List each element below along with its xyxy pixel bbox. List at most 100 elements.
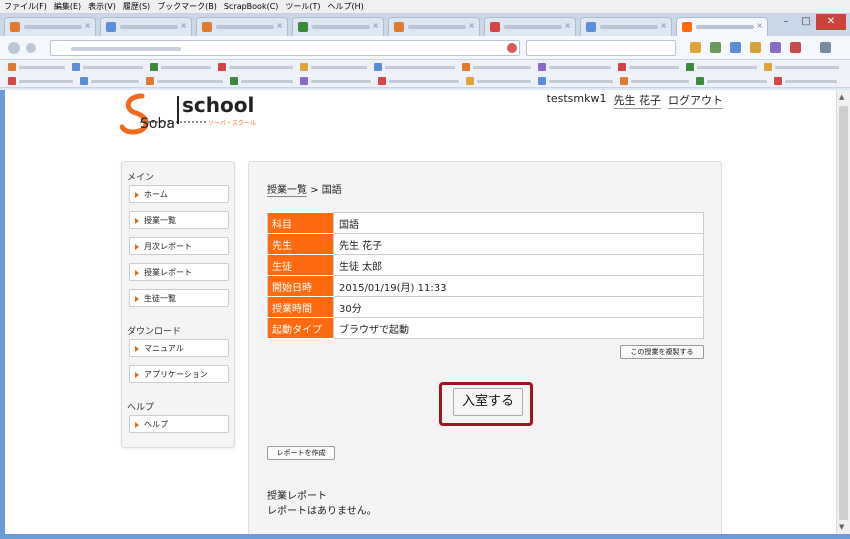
menu-edit[interactable]: 編集(E) [54, 1, 81, 12]
bookmark-item[interactable] [764, 63, 839, 71]
scroll-down-icon[interactable]: ▼ [839, 523, 844, 531]
bookmark-item[interactable] [462, 63, 531, 71]
sidebar-item-lesson-report[interactable]: 授業レポート [129, 263, 229, 281]
bookmark-item[interactable] [686, 63, 757, 71]
sidebar-item-manual[interactable]: マニュアル [129, 339, 229, 357]
reload-icon[interactable] [507, 43, 517, 53]
home-icon[interactable] [730, 42, 741, 53]
field-value: 生徒 太郎 [333, 254, 704, 276]
tab-close-icon[interactable]: × [756, 21, 763, 30]
sidebar-item-students[interactable]: 生徒一覧 [129, 289, 229, 307]
menu-history[interactable]: 履歴(S) [123, 1, 150, 12]
bookmark-item[interactable] [80, 77, 139, 85]
tab-close-icon[interactable]: × [660, 21, 667, 30]
field-value: 先生 花子 [333, 233, 704, 255]
download-icon[interactable] [710, 42, 721, 53]
bookmark-item[interactable] [218, 63, 293, 71]
sidebar-item-monthly-report[interactable]: 月次レポート [129, 237, 229, 255]
field-label: 先生 [267, 233, 334, 255]
tab-close-icon[interactable]: × [276, 21, 283, 30]
search-bar[interactable] [526, 40, 676, 56]
scrollbar-thumb[interactable] [839, 106, 848, 520]
maximize-button[interactable]: □ [796, 14, 816, 30]
addon-icon[interactable] [750, 42, 761, 53]
addon-icon[interactable] [770, 42, 781, 53]
scroll-up-icon[interactable]: ▲ [839, 93, 844, 101]
browser-tab[interactable]: × [388, 17, 480, 36]
bookmark-item[interactable] [374, 63, 455, 71]
field-label: 起動タイプ [267, 317, 334, 339]
menu-icon[interactable] [820, 42, 831, 53]
window-controls: – □ ✕ [776, 14, 846, 30]
back-icon[interactable] [8, 42, 20, 54]
bookmark-item[interactable] [618, 63, 679, 71]
browser-tab[interactable]: × [292, 17, 384, 36]
browser-tab[interactable]: × [4, 17, 96, 36]
tab-close-icon[interactable]: × [372, 21, 379, 30]
bookmark-item[interactable] [466, 77, 531, 85]
menu-scrapbook[interactable]: ScrapBook(C) [224, 2, 278, 11]
minimize-button[interactable]: – [776, 14, 796, 30]
bookmark-item[interactable] [150, 63, 211, 71]
bookmark-item[interactable] [620, 77, 689, 85]
menu-help[interactable]: ヘルプ(H) [328, 1, 364, 12]
browser-tab[interactable]: × [196, 17, 288, 36]
browser-tab[interactable]: × [580, 17, 672, 36]
sidebar-item-help[interactable]: ヘルプ [129, 415, 229, 433]
menu-tools[interactable]: ツール(T) [285, 1, 320, 12]
breadcrumb-lessons-link[interactable]: 授業一覧 [267, 185, 307, 197]
arrow-right-icon [135, 346, 139, 352]
menu-bookmarks[interactable]: ブックマーク(B) [157, 1, 217, 12]
user-name-link[interactable]: 先生 花子 [613, 92, 661, 109]
forward-icon[interactable] [26, 43, 36, 53]
arrow-right-icon [135, 372, 139, 378]
bookmark-item[interactable] [8, 77, 73, 85]
enter-room-button[interactable]: 入室する [453, 388, 523, 416]
favicon-icon [490, 22, 500, 32]
bookmark-item[interactable] [230, 77, 293, 85]
logout-link[interactable]: ログアウト [668, 92, 723, 109]
field-label: 生徒 [267, 254, 334, 276]
url-bar[interactable] [50, 40, 520, 56]
user-bar: testsmkw1 先生 花子 ログアウト [540, 92, 723, 109]
bookmark-item[interactable] [72, 63, 143, 71]
sidebar-item-lessons[interactable]: 授業一覧 [129, 211, 229, 229]
browser-tab[interactable]: × [484, 17, 576, 36]
tab-close-icon[interactable]: × [84, 21, 91, 30]
breadcrumb-current: 国語 [321, 185, 342, 196]
bookmark-item[interactable] [538, 77, 613, 85]
favicon-icon [10, 22, 20, 32]
create-report-button[interactable]: レポートを作成 [267, 446, 335, 460]
bookmark-item[interactable] [300, 63, 367, 71]
bookmark-item[interactable] [378, 77, 459, 85]
bookmark-item[interactable] [538, 63, 611, 71]
table-row: 開始日時 2015/01/19(月) 11:33 [267, 275, 704, 297]
close-window-button[interactable]: ✕ [816, 14, 846, 30]
browser-tab-active[interactable]: × [676, 17, 768, 37]
menu-view[interactable]: 表示(V) [88, 1, 116, 12]
bookmark-item[interactable] [696, 77, 767, 85]
bookmark-item[interactable] [300, 77, 371, 85]
lesson-report-heading: 授業レポート [267, 491, 327, 502]
sidebar-item-application[interactable]: アプリケーション [129, 365, 229, 383]
bookmark-item[interactable] [774, 77, 837, 85]
tab-close-icon[interactable]: × [468, 21, 475, 30]
bookmark-star-icon[interactable] [690, 42, 701, 53]
tab-close-icon[interactable]: × [180, 21, 187, 30]
menu-file[interactable]: ファイル(F) [4, 1, 47, 12]
arrow-right-icon [135, 244, 139, 250]
vertical-scrollbar[interactable]: ▲ ▼ [836, 90, 850, 534]
sidebar-section-download: ダウンロード [127, 327, 182, 337]
addon-icon[interactable] [790, 42, 801, 53]
field-label: 科目 [267, 212, 334, 234]
site-logo[interactable]: Soba school ソーバ・スクール [120, 90, 270, 138]
logo-letters: Soba [140, 116, 175, 132]
bookmark-item[interactable] [146, 77, 223, 85]
duplicate-lesson-button[interactable]: この授業を複製する [620, 345, 704, 359]
bookmark-item[interactable] [8, 63, 65, 71]
browser-tab[interactable]: × [100, 17, 192, 36]
tab-close-icon[interactable]: × [564, 21, 571, 30]
favicon-icon [106, 22, 116, 32]
sidebar-item-home[interactable]: ホーム [129, 185, 229, 203]
table-row: 生徒 生徒 太郎 [267, 254, 704, 276]
